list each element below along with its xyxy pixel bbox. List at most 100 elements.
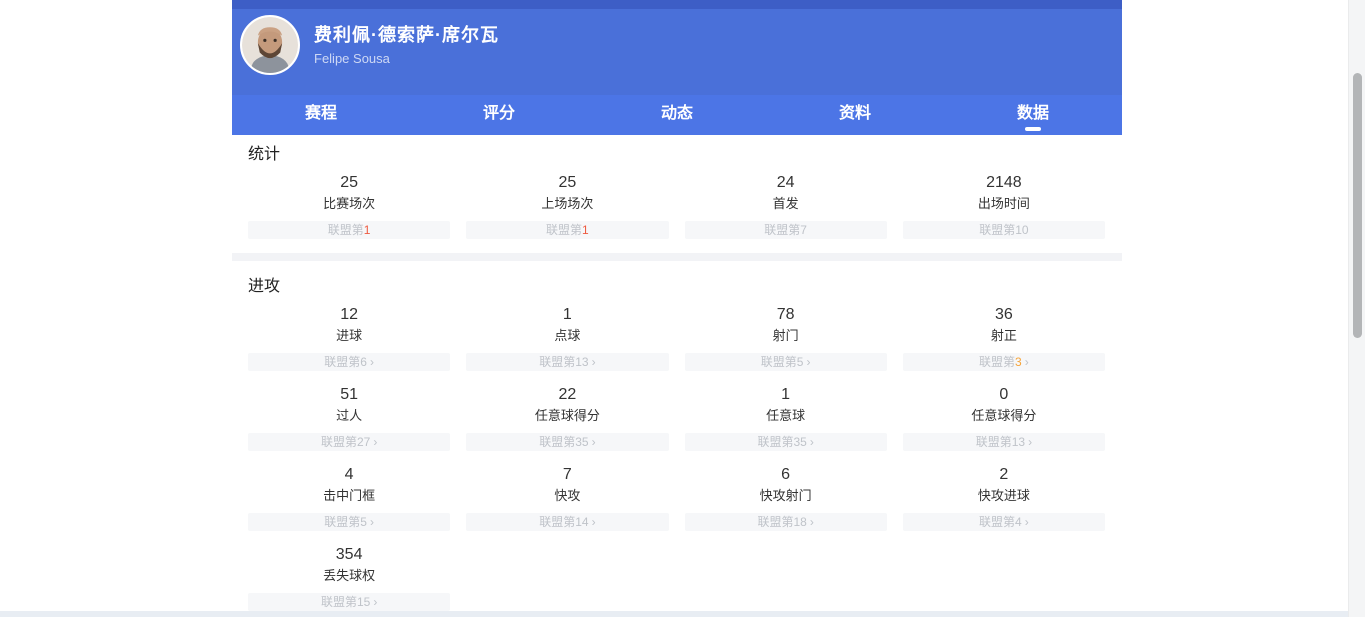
stat-label: 丢失球权 (248, 566, 450, 585)
stat-label: 任意球得分 (903, 406, 1105, 425)
section-title: 进攻 (248, 277, 1122, 297)
rank-prefix: 联盟第 (539, 355, 575, 369)
stat-cell: 78射门联盟第5› (685, 305, 887, 371)
stat-cell: 51过人联盟第27› (248, 385, 450, 451)
league-rank-badge[interactable]: 联盟第5› (248, 513, 450, 531)
league-rank-badge[interactable]: 联盟第35 › (466, 433, 668, 451)
rank-prefix: 联盟第 (757, 515, 793, 529)
stat-cell: 6快攻射门联盟第18› (685, 465, 887, 531)
stat-label: 进球 (248, 326, 450, 345)
rank-prefix: 联盟第 (324, 515, 360, 529)
chevron-right-icon: › (592, 515, 596, 529)
rank-prefix: 联盟第 (328, 223, 364, 237)
rank-number: 6 (360, 355, 367, 369)
rank-number: 13 (575, 355, 588, 369)
section-divider (232, 253, 1122, 261)
stat-value: 1 (466, 305, 668, 325)
league-rank-badge: 联盟第1 (466, 221, 668, 239)
chevron-right-icon: › (592, 435, 596, 449)
content-column: 费利佩·德索萨·席尔瓦 Felipe Sousa 赛程评分动态资料数据 统计25… (232, 0, 1122, 617)
tab-bar: 赛程评分 动态 资料 数据 (232, 95, 1122, 135)
league-rank-badge[interactable]: 联盟第6› (248, 353, 450, 371)
rank-prefix: 联盟第 (761, 355, 797, 369)
rank-number: 13 (1012, 435, 1025, 449)
header-top-strip (232, 0, 1122, 9)
scrollbar-thumb[interactable] (1353, 73, 1362, 338)
chevron-right-icon: › (810, 515, 814, 529)
league-rank-badge: 联盟第7 (685, 221, 887, 239)
stat-cell: 12进球联盟第6› (248, 305, 450, 371)
league-rank-badge: 联盟第1 (248, 221, 450, 239)
stat-cell: 0任意球得分联盟第13› (903, 385, 1105, 451)
scrollbar-track[interactable] (1348, 0, 1365, 617)
stat-cell: 22任意球得分联盟第35› (466, 385, 668, 451)
stat-cell: 25上场场次联盟第1 (466, 173, 668, 239)
section-summary: 统计25比赛场次联盟第125上场场次联盟第124首发联盟第72148出场时间联盟… (232, 145, 1122, 249)
player-names: 费利佩·德索萨·席尔瓦 Felipe Sousa (314, 22, 499, 68)
rank-prefix: 联盟第 (324, 355, 360, 369)
stat-label: 首发 (685, 194, 887, 213)
rank-prefix: 联盟第 (546, 223, 582, 237)
stat-label: 点球 (466, 326, 668, 345)
tab-profile[interactable]: 资料 (766, 95, 944, 135)
rank-number: 4 (1015, 515, 1022, 529)
league-rank-badge[interactable]: 联盟第13 › (466, 353, 668, 371)
rank-prefix: 联盟第 (979, 223, 1015, 237)
rank-prefix: 联盟第 (539, 435, 575, 449)
rank-number: 35 (575, 435, 588, 449)
tab-label: 动态 (661, 104, 693, 124)
rank-prefix: 联盟第 (979, 515, 1015, 529)
rank-prefix: 联盟第 (764, 223, 800, 237)
chevron-right-icon: › (592, 355, 596, 369)
stat-cell: 36射正联盟第3› (903, 305, 1105, 371)
stat-value: 6 (685, 465, 887, 485)
player-name: 费利佩·德索萨·席尔瓦 (314, 22, 499, 48)
rank-number: 1 (364, 223, 371, 237)
league-rank-badge[interactable]: 联盟第27› (248, 433, 450, 451)
rank-number: 3 (1015, 355, 1022, 369)
rank-number: 35 (793, 435, 806, 449)
stat-value: 7 (466, 465, 668, 485)
league-rank-badge[interactable]: 联盟第14 › (466, 513, 668, 531)
stat-value: 24 (685, 173, 887, 193)
chevron-right-icon: › (1025, 515, 1029, 529)
stat-label: 任意球 (685, 406, 887, 425)
league-rank-badge[interactable]: 联盟第4› (903, 513, 1105, 531)
rank-number: 1 (582, 223, 589, 237)
chevron-right-icon: › (1028, 435, 1032, 449)
stat-label: 快攻 (466, 486, 668, 505)
stat-label: 出场时间 (903, 194, 1105, 213)
stat-value: 2148 (903, 173, 1105, 193)
league-rank-badge[interactable]: 联盟第3› (903, 353, 1105, 371)
league-rank-badge[interactable]: 联盟第13› (903, 433, 1105, 451)
chevron-right-icon: › (370, 355, 374, 369)
tab-rating[interactable]: 评分 (410, 95, 588, 135)
league-rank-badge[interactable]: 联盟第5› (685, 353, 887, 371)
stat-label: 任意球得分 (466, 406, 668, 425)
league-rank-badge[interactable]: 联盟第35› (685, 433, 887, 451)
player-header: 费利佩·德索萨·席尔瓦 Felipe Sousa (232, 0, 1122, 95)
stat-grid: 12进球联盟第6›1点球联盟第13›78射门联盟第5›36射正联盟第3›51过人… (232, 297, 1122, 617)
rank-number: 14 (575, 515, 588, 529)
section-attack: 进攻12进球联盟第6›1点球联盟第13›78射门联盟第5›36射正联盟第3›51… (232, 277, 1122, 617)
rank-prefix: 联盟第 (757, 435, 793, 449)
chevron-right-icon: › (806, 355, 810, 369)
stat-cell: 1任意球联盟第35› (685, 385, 887, 451)
tab-label: 数据 (1017, 104, 1049, 124)
tab-stats[interactable]: 数据 (944, 95, 1122, 135)
tab-news[interactable]: 动态 (588, 95, 766, 135)
tab-schedule[interactable]: 赛程 (232, 95, 410, 135)
rank-prefix: 联盟第 (539, 515, 575, 529)
stat-value: 12 (248, 305, 450, 325)
rank-prefix: 联盟第 (976, 435, 1012, 449)
stat-label: 快攻射门 (685, 486, 887, 505)
league-rank-badge[interactable]: 联盟第18› (685, 513, 887, 531)
stat-label: 射门 (685, 326, 887, 345)
stat-label: 比赛场次 (248, 194, 450, 213)
stat-value: 36 (903, 305, 1105, 325)
league-rank-badge[interactable]: 联盟第15› (248, 593, 450, 611)
stat-value: 4 (248, 465, 450, 485)
chevron-right-icon: › (1025, 355, 1029, 369)
chevron-right-icon: › (373, 435, 377, 449)
chevron-right-icon: › (370, 515, 374, 529)
